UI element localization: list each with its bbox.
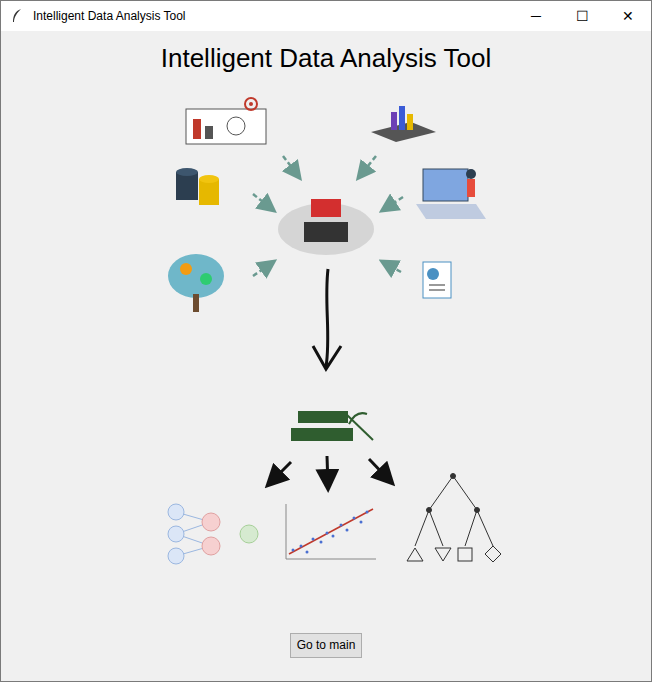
- window-title: Intelligent Data Analysis Tool: [33, 7, 186, 25]
- go-to-main-button[interactable]: Go to main: [290, 633, 363, 657]
- title-bar: Intelligent Data Analysis Tool ─☐✕: [1, 1, 651, 31]
- feather-icon: [9, 8, 25, 24]
- maximize-button[interactable]: ☐: [559, 1, 605, 31]
- app-heading: Intelligent Data Analysis Tool: [161, 43, 492, 74]
- close-button[interactable]: ✕: [605, 1, 651, 31]
- minimize-button[interactable]: ─: [513, 1, 559, 31]
- data-mining-illustration: [141, 84, 511, 589]
